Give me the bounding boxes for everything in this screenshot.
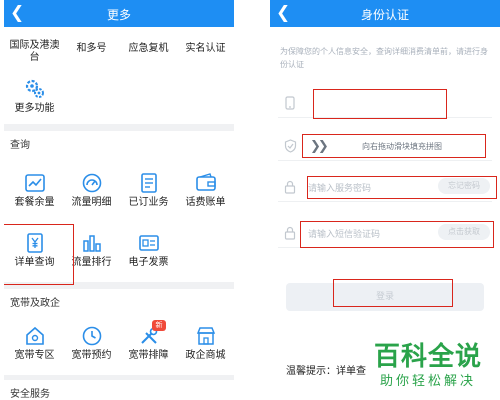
- item-phone-bill[interactable]: 话费账单: [177, 172, 234, 209]
- highlight-box: [307, 176, 497, 199]
- item-real-name[interactable]: 实名认证: [177, 40, 234, 55]
- phone-icon: [285, 96, 295, 110]
- item-international[interactable]: 国际及港澳台: [6, 40, 63, 64]
- watermark-slogan: 助你轻松解决: [380, 374, 477, 389]
- warm-tip: 温馨提示：详单查: [286, 366, 366, 377]
- highlight-box: [4, 224, 74, 285]
- screen-gap: [234, 0, 270, 400]
- lock-icon: [284, 226, 296, 240]
- item-data-detail[interactable]: 流量明细: [63, 172, 120, 209]
- house-icon: [25, 326, 44, 345]
- security-tip: 为保障您的个人信息安全，查询详细消费清单前，请进行身份认证: [280, 47, 488, 69]
- storefront-icon: [196, 327, 215, 345]
- item-subscribed-services[interactable]: 已订业务: [120, 172, 177, 209]
- item-gov-enterprise-mall[interactable]: 政企商城: [177, 325, 234, 362]
- item-more-functions[interactable]: 更多功能: [6, 78, 63, 115]
- item-label: 和多号: [76, 43, 107, 54]
- item-label: 宽带专区: [14, 350, 55, 361]
- item-package-balance[interactable]: 套餐余量: [6, 172, 63, 209]
- section-title-security: 安全服务: [4, 380, 234, 400]
- auth-header: ❮ 身份认证: [270, 0, 500, 27]
- item-label: 流量明细: [71, 197, 112, 208]
- item-label: 政企商城: [185, 350, 226, 361]
- item-e-invoice[interactable]: 电子发票: [120, 232, 177, 269]
- item-label: 更多功能: [14, 103, 55, 114]
- section-title-broadband: 宽带及政企: [4, 289, 234, 319]
- divider: [4, 124, 234, 131]
- gears-icon: [25, 79, 44, 98]
- clock-icon: [82, 326, 101, 346]
- shield-check-icon: [284, 139, 297, 153]
- invoice-icon: [138, 235, 159, 251]
- new-badge: 新: [152, 320, 166, 331]
- item-label: 套餐余量: [14, 197, 55, 208]
- item-and-number[interactable]: 和多号: [63, 40, 120, 55]
- item-broadband-troubleshoot[interactable]: 宽带排障 新: [120, 320, 177, 362]
- more-screen: ❮ 更多 国际及港澳台 和多号 应急复机 实名认证 更多功能 查询 套餐余量 流…: [4, 0, 234, 400]
- item-label: 电子发票: [128, 257, 169, 268]
- gauge-icon: [82, 173, 101, 193]
- item-label: 话费账单: [185, 197, 226, 208]
- section-title-query: 查询: [4, 131, 234, 161]
- item-emergency-restore[interactable]: 应急复机: [120, 40, 177, 55]
- list-document-icon: [140, 173, 157, 193]
- highlight-box: [313, 89, 447, 119]
- item-label: 实名认证: [185, 43, 226, 54]
- highlight-box: [302, 134, 486, 158]
- lock-icon: [284, 180, 296, 194]
- item-broadband-booking[interactable]: 宽带预约: [63, 325, 120, 362]
- bar-chart-icon: [82, 235, 101, 252]
- item-broadband-zone[interactable]: 宽带专区: [6, 325, 63, 362]
- highlight-box: [300, 221, 494, 248]
- item-label: 国际及港澳台: [9, 40, 60, 63]
- page-title: 更多: [106, 8, 131, 22]
- watermark-logo-text: 百科全说: [374, 342, 483, 372]
- item-label: 应急复机: [128, 43, 169, 54]
- highlight-box: [333, 279, 453, 307]
- item-label: 宽带排障: [128, 350, 169, 361]
- page-title: 身份认证: [360, 8, 409, 22]
- wallet-icon: [195, 173, 216, 191]
- more-header: ❮ 更多: [4, 0, 234, 27]
- item-label: 已订业务: [128, 197, 169, 208]
- item-label: 宽带预约: [71, 350, 112, 361]
- package-balance-icon: [24, 174, 45, 192]
